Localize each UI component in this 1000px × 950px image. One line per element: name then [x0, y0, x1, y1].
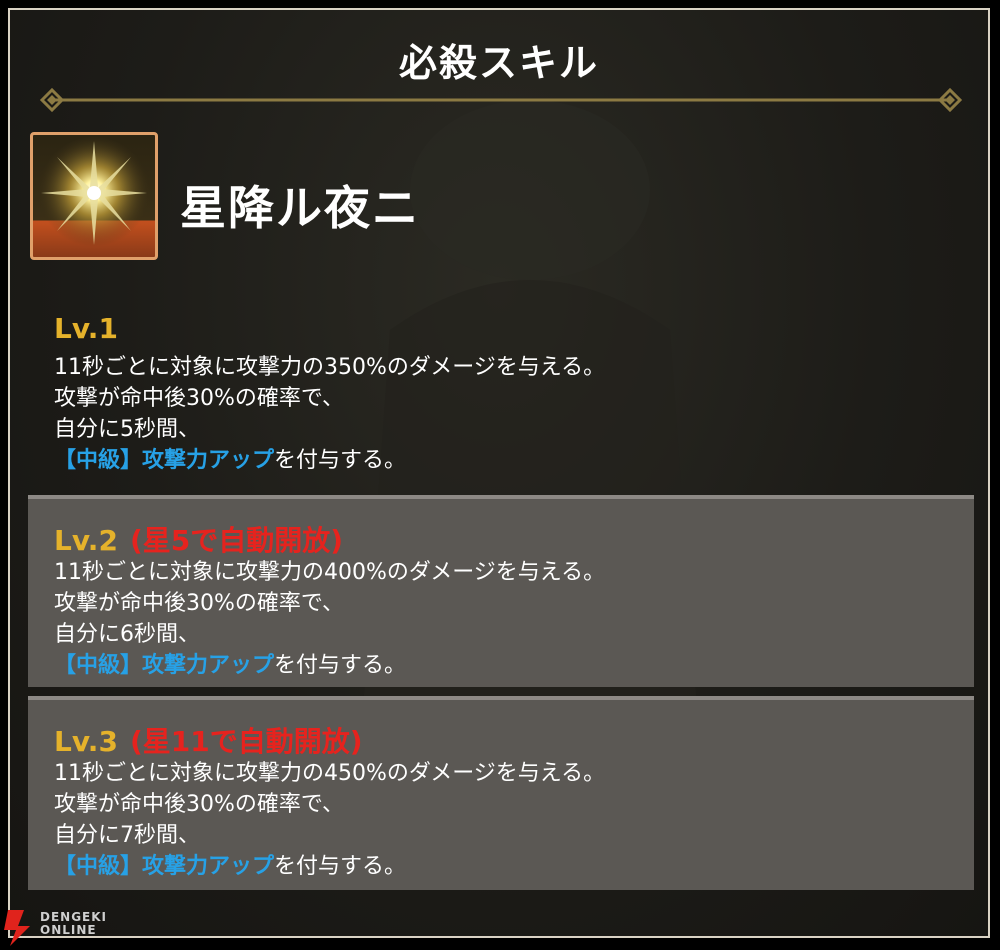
level-3-section: Lv.3 (星11で自動開放) 11秒ごとに対象に攻撃力の450%のダメージを与え…: [28, 696, 974, 890]
buff-line: 【中級】攻撃力アップを付与する。: [54, 650, 605, 681]
star-burst-icon: [38, 137, 150, 249]
page-title: 必殺スキル: [398, 41, 599, 85]
unlock-note: (星11で自動開放): [129, 725, 363, 758]
description-line: 11秒ごとに対象に攻撃力の350%のダメージを与える。: [54, 355, 606, 380]
level-label: Lv.2: [54, 524, 118, 557]
unlock-note: (星5で自動開放): [129, 524, 344, 557]
level-1-section: Lv.1 11秒ごとに対象に攻撃力の350%のダメージを与える。 攻撃が命中後3…: [28, 308, 974, 478]
buff-suffix: を付与する。: [274, 653, 407, 678]
skill-detail-panel: 必殺スキル 星降ル夜ニ Lv.1 11秒ごとに対象に攻撃力の350%のダメージを…: [8, 8, 990, 938]
description-line: 11秒ごとに対象に攻撃力の400%のダメージを与える。: [54, 560, 606, 585]
level-1-header: Lv.1: [54, 312, 118, 345]
level-2-header: Lv.2 (星5で自動開放): [54, 519, 343, 559]
buff-highlight: 【中級】攻撃力アップ: [54, 448, 275, 473]
level-1-description: 11秒ごとに対象に攻撃力の350%のダメージを与える。 攻撃が命中後30%の確率…: [54, 352, 605, 476]
description-line: 自分に6秒間、: [54, 622, 200, 647]
title-divider-ornament: [39, 88, 963, 112]
description-line: 自分に7秒間、: [54, 823, 200, 848]
level-3-description: 11秒ごとに対象に攻撃力の450%のダメージを与える。 攻撃が命中後30%の確率…: [54, 758, 605, 882]
description-line: 攻撃が命中後30%の確率で、: [54, 792, 345, 817]
buff-highlight: 【中級】攻撃力アップ: [54, 653, 275, 678]
buff-suffix: を付与する。: [274, 854, 407, 879]
lightning-bolt-icon: [4, 910, 30, 946]
skill-name: 星降ル夜ニ: [180, 181, 420, 235]
watermark-line-2: ONLINE: [40, 923, 97, 937]
level-3-header: Lv.3 (星11で自動開放): [54, 720, 363, 760]
level-2-description: 11秒ごとに対象に攻撃力の400%のダメージを与える。 攻撃が命中後30%の確率…: [54, 557, 605, 681]
level-label: Lv.3: [54, 725, 118, 758]
description-line: 自分に5秒間、: [54, 417, 200, 442]
level-label: Lv.1: [54, 312, 118, 345]
buff-line: 【中級】攻撃力アップを付与する。: [54, 445, 605, 476]
description-line: 攻撃が命中後30%の確率で、: [54, 591, 345, 616]
description-line: 11秒ごとに対象に攻撃力の450%のダメージを与える。: [54, 761, 606, 786]
description-line: 攻撃が命中後30%の確率で、: [54, 386, 345, 411]
buff-line: 【中級】攻撃力アップを付与する。: [54, 851, 605, 882]
buff-suffix: を付与する。: [274, 448, 407, 473]
skill-icon: [30, 132, 158, 260]
buff-highlight: 【中級】攻撃力アップ: [54, 854, 275, 879]
watermark-text: DENGEKI ONLINE: [40, 911, 107, 937]
level-2-section: Lv.2 (星5で自動開放) 11秒ごとに対象に攻撃力の400%のダメージを与える…: [28, 495, 974, 687]
